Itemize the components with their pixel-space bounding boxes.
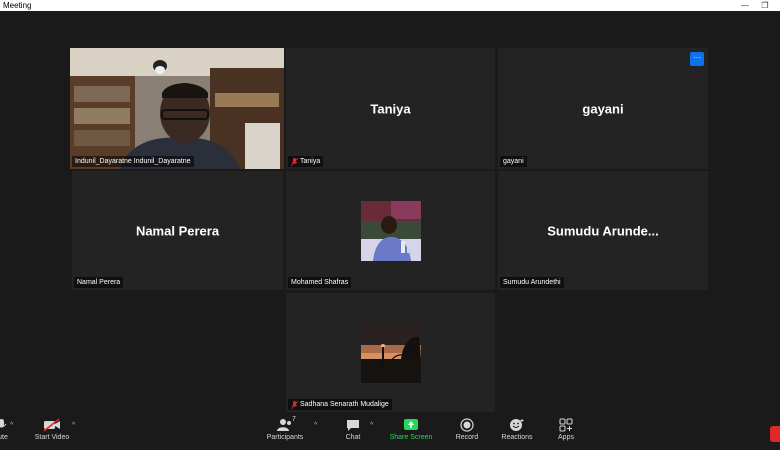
profile-photo xyxy=(360,200,421,261)
participant-name: Namal Perera xyxy=(77,279,121,286)
chat-label: Chat xyxy=(345,434,361,441)
participant-name: Indunil_Dayaratne Indunil_Dayaratne xyxy=(75,158,191,165)
participant-big-name: Taniya xyxy=(370,101,411,116)
participant-name: Sumudu Arundethi xyxy=(503,279,561,286)
share-screen-icon xyxy=(388,418,434,432)
start-video-button[interactable]: Start Video xyxy=(30,418,74,441)
microphone-icon xyxy=(0,418,10,432)
restore-icon[interactable]: ❐ xyxy=(758,0,772,11)
participant-name-tag: gayani xyxy=(500,156,527,167)
participant-name-tag: Sumudu Arundethi xyxy=(500,277,564,288)
chat-options-chevron-icon[interactable]: ^ xyxy=(370,422,373,429)
participants-options-chevron-icon[interactable]: ^ xyxy=(314,422,317,429)
muted-microphone-icon xyxy=(290,157,299,166)
mute-button[interactable]: ute xyxy=(0,418,10,441)
video-off-icon xyxy=(30,418,74,432)
more-options-button[interactable]: ··· xyxy=(690,52,704,66)
apps-icon xyxy=(554,418,578,432)
participant-tile[interactable]: Mohamed Shafras xyxy=(286,171,495,290)
chat-icon xyxy=(338,418,368,432)
record-label: Record xyxy=(455,434,479,441)
mute-options-chevron-icon[interactable]: ^ xyxy=(10,422,13,429)
participant-video xyxy=(70,48,284,169)
participant-tile[interactable]: Namal Perera Namal Perera xyxy=(72,171,283,290)
video-options-chevron-icon[interactable]: ^ xyxy=(72,422,75,429)
participant-tile[interactable]: Sadhana Senarath Mudalige xyxy=(286,293,495,412)
more-horizontal-icon: ··· xyxy=(693,53,701,62)
participant-name-tag: Sadhana Senarath Mudalige xyxy=(288,399,392,410)
participant-name-tag: Namal Perera xyxy=(74,277,124,288)
apps-button[interactable]: Apps xyxy=(554,418,578,441)
participant-tile[interactable]: Taniya Taniya xyxy=(286,48,495,169)
minimize-icon[interactable]: — xyxy=(738,0,752,11)
participant-name: Taniya xyxy=(300,158,321,165)
end-meeting-button[interactable] xyxy=(770,426,780,442)
window-titlebar: Meeting — ❐ xyxy=(0,0,780,11)
start-video-label: Start Video xyxy=(34,434,70,441)
muted-microphone-icon xyxy=(290,400,299,409)
record-button[interactable]: Record xyxy=(450,418,484,441)
video-gallery: Indunil_Dayaratne Indunil_Dayaratne Tani… xyxy=(0,11,780,414)
participant-name-tag: Indunil_Dayaratne Indunil_Dayaratne xyxy=(72,156,194,167)
participant-name-tag: Taniya xyxy=(288,156,324,167)
reactions-label: Reactions xyxy=(501,434,533,441)
participant-tile[interactable]: Indunil_Dayaratne Indunil_Dayaratne xyxy=(70,48,284,169)
participant-tile[interactable]: ··· gayani gayani xyxy=(498,48,708,169)
smiley-icon xyxy=(497,418,537,432)
reactions-button[interactable]: Reactions xyxy=(497,418,537,441)
participant-big-name: gayani xyxy=(582,101,624,116)
share-screen-label: Share Screen xyxy=(389,434,433,441)
participant-name: gayani xyxy=(503,158,524,165)
mute-label: ute xyxy=(0,434,8,441)
participants-count: 7 xyxy=(292,416,296,423)
participant-tile[interactable]: Sumudu Arunde... Sumudu Arundethi xyxy=(498,171,708,290)
participants-label: Participants xyxy=(266,434,304,441)
record-icon xyxy=(450,418,484,432)
participant-big-name: Namal Perera xyxy=(135,223,220,238)
profile-photo xyxy=(360,322,421,383)
participant-name: Mohamed Shafras xyxy=(291,279,349,286)
share-screen-button[interactable]: Share Screen xyxy=(388,418,434,441)
participants-button[interactable]: 7 Participants xyxy=(262,416,308,441)
apps-label: Apps xyxy=(558,434,574,441)
meeting-toolbar: ute ^ Start Video ^ 7 Participants ^ Cha… xyxy=(0,414,780,450)
window-title: Meeting xyxy=(3,1,32,10)
chat-button[interactable]: Chat xyxy=(338,418,368,441)
participant-name-tag: Mohamed Shafras xyxy=(288,277,352,288)
participant-name: Sadhana Senarath Mudalige xyxy=(300,401,389,408)
participant-big-name: Sumudu Arunde... xyxy=(547,223,659,238)
participants-icon: 7 xyxy=(262,416,308,432)
